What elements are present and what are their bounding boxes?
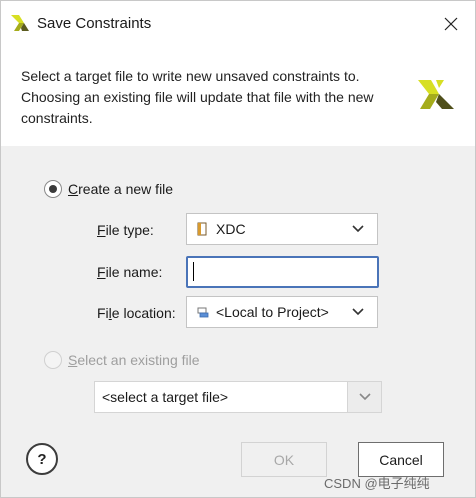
close-button[interactable] — [433, 9, 469, 39]
chevron-down-icon — [351, 224, 365, 234]
xdc-file-icon — [196, 222, 210, 236]
vivado-logo-icon — [418, 80, 454, 109]
select-existing-file-radio[interactable] — [44, 351, 62, 369]
header-description: Select a target file to write new unsave… — [21, 68, 374, 126]
dialog-header: Select a target file to write new unsave… — [1, 45, 475, 147]
target-file-value: <select a target file> — [102, 389, 229, 405]
file-type-value: XDC — [216, 221, 246, 237]
title-bar: Save Constraints — [1, 1, 475, 45]
close-icon — [444, 17, 458, 31]
create-new-file-radio[interactable] — [44, 180, 62, 198]
help-button[interactable]: ? — [26, 443, 58, 475]
vivado-logo-icon — [11, 15, 29, 31]
save-constraints-dialog: Save Constraints Select a target file to… — [0, 0, 476, 498]
file-type-dropdown[interactable]: XDC — [186, 213, 378, 245]
local-project-icon — [196, 305, 210, 319]
cancel-button[interactable]: Cancel — [358, 442, 444, 477]
chevron-down-icon — [351, 307, 365, 317]
chevron-down-icon — [347, 382, 381, 412]
window-title: Save Constraints — [37, 15, 152, 32]
text-caret — [193, 262, 194, 281]
file-name-input[interactable] — [186, 256, 379, 288]
ok-button[interactable]: OK — [241, 442, 327, 477]
file-location-label: File location: — [97, 305, 176, 321]
file-location-value: <Local to Project> — [216, 304, 329, 320]
file-location-dropdown[interactable]: <Local to Project> — [186, 296, 378, 328]
watermark: CSDN @电子纯纯 — [324, 476, 430, 491]
file-name-label: File name: — [97, 264, 163, 280]
create-new-file-label[interactable]: Create a new file — [68, 181, 173, 197]
select-existing-file-label[interactable]: Select an existing file — [68, 352, 200, 368]
target-file-dropdown[interactable]: <select a target file> — [94, 381, 382, 413]
file-type-label: File type: — [97, 222, 154, 238]
